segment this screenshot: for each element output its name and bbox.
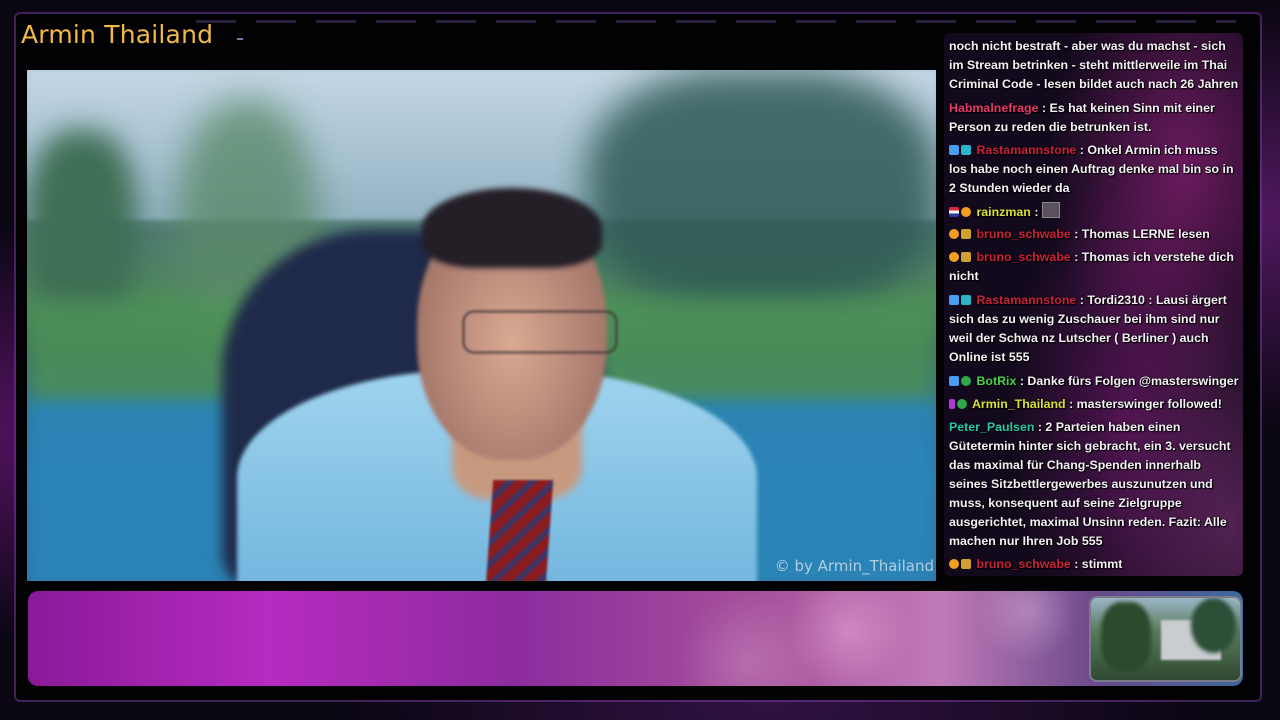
chat-message: Rastamannstone : Onkel Armin ich muss lo… xyxy=(949,141,1239,198)
gift-icon xyxy=(949,252,959,262)
prime-icon xyxy=(949,376,959,386)
person-tie xyxy=(484,480,554,581)
chat-message-text: noch nicht bestraft - aber was du machst… xyxy=(949,39,1239,91)
chat-username[interactable]: Armin_Thailand xyxy=(972,397,1066,411)
chat-username[interactable]: bruno_schwabe xyxy=(976,250,1070,264)
chat-message: bruno_schwabe : stimmt xyxy=(949,555,1239,574)
chat-message-text: : masterswinger followed! xyxy=(1069,397,1222,411)
chat-username[interactable]: Habmalnefrage xyxy=(949,101,1039,115)
chat-message-text: : Thomas LERNE lesen xyxy=(1074,227,1210,241)
broadcaster-icon xyxy=(949,399,955,409)
gift-icon xyxy=(961,207,971,217)
chat-message: Peter_Paulsen : 2 Parteien haben einen G… xyxy=(949,418,1239,551)
chat-message: bruno_schwabe : Thomas ich verstehe dich… xyxy=(949,248,1239,286)
chat-message-text: : stimmt xyxy=(1074,557,1123,571)
stream-overlay-frame: Armin Thailand © by Armin_Thailand noch … xyxy=(0,0,1280,720)
person-glasses xyxy=(462,310,618,354)
chat-username[interactable]: bruno_schwabe xyxy=(976,227,1070,241)
chat-message-text: : xyxy=(1034,205,1039,219)
mod-icon xyxy=(961,229,971,239)
gift-icon xyxy=(949,229,959,239)
chat-message: bruno_schwabe : Thomas LERNE lesen xyxy=(949,225,1239,244)
person-hair xyxy=(422,188,602,268)
sub-icon xyxy=(961,295,971,305)
video-watermark: © by Armin_Thailand xyxy=(774,557,934,575)
mod-icon xyxy=(961,559,971,569)
background-tree xyxy=(587,70,936,310)
bottom-banner xyxy=(28,591,1243,686)
prime-icon xyxy=(949,145,959,155)
chat-message: Armin_Thailand : masterswinger followed! xyxy=(949,395,1239,414)
chat-username[interactable]: Rastamannstone xyxy=(976,143,1076,157)
chat-message: rainzman : xyxy=(949,202,1239,222)
pip-palm xyxy=(1191,598,1236,653)
flag-icon xyxy=(949,207,959,217)
chat-message-text: : 2 Parteien haben einen Gütetermin hint… xyxy=(949,420,1231,548)
prime-icon xyxy=(949,295,959,305)
gift-icon xyxy=(949,559,959,569)
title-decoration xyxy=(237,38,243,40)
chat-panel[interactable]: noch nicht bestraft - aber was du machst… xyxy=(944,33,1243,576)
sub-icon xyxy=(961,145,971,155)
mod-icon xyxy=(961,252,971,262)
chat-message-text: : Danke fürs Folgen @masterswinger xyxy=(1019,374,1239,388)
chat-username[interactable]: Peter_Paulsen xyxy=(949,420,1034,434)
chat-message: Rastamannstone : Tordi2310 : Lausi ärger… xyxy=(949,291,1239,367)
chat-message: noch nicht bestraft - aber was du machst… xyxy=(949,37,1239,94)
chat-username[interactable]: bruno_schwabe xyxy=(976,557,1070,571)
check-icon xyxy=(957,399,967,409)
secondary-camera xyxy=(1089,596,1242,682)
channel-title: Armin Thailand xyxy=(21,20,214,49)
chat-username[interactable]: BotRix xyxy=(976,374,1016,388)
webcam-video: © by Armin_Thailand xyxy=(27,70,936,581)
check-icon xyxy=(961,376,971,386)
chat-message: BotRix : Danke fürs Folgen @masterswinge… xyxy=(949,372,1239,391)
chat-message: Habmalnefrage : Es hat keinen Sinn mit e… xyxy=(949,99,1239,137)
emote-icon xyxy=(1041,202,1060,218)
pip-tree xyxy=(1101,602,1151,672)
chat-username[interactable]: Rastamannstone xyxy=(976,293,1076,307)
chat-username[interactable]: rainzman xyxy=(976,205,1030,219)
